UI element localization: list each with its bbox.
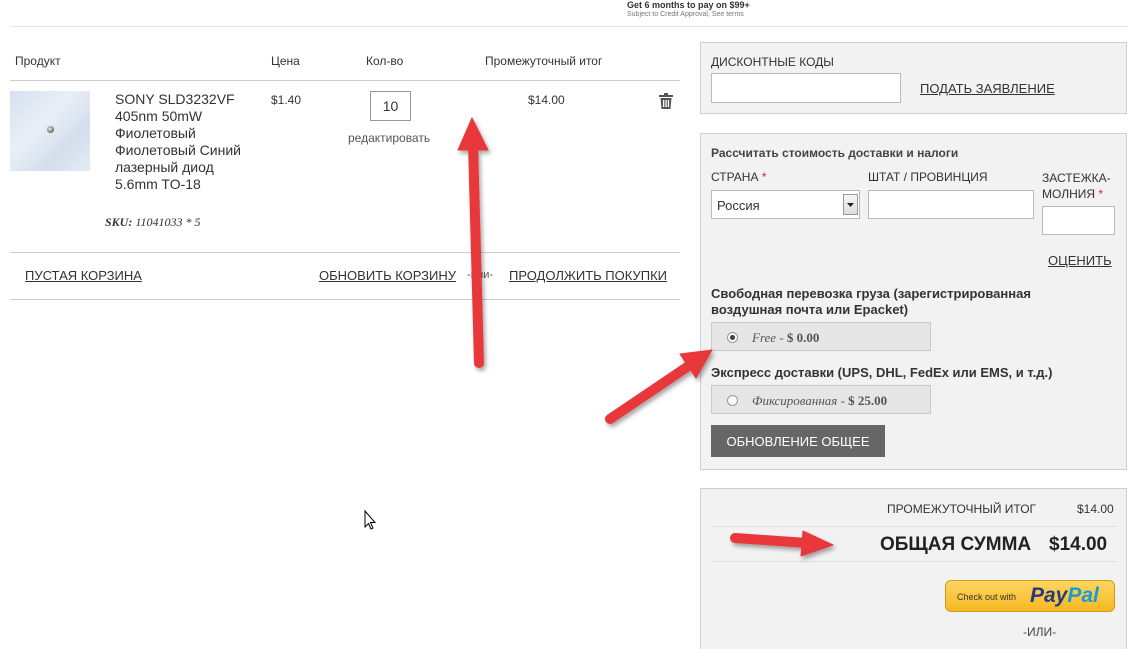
paypal-prefix: Check out with	[957, 592, 1017, 602]
express-shipping-option[interactable]: Фиксированная - $ 25.00	[711, 385, 931, 414]
divider	[10, 80, 680, 81]
grand-total-value: $14.00	[1049, 534, 1108, 555]
required-mark: *	[1098, 187, 1104, 201]
discount-label: ДИСКОНТНЫЕ КОДЫ	[711, 55, 834, 69]
zip-label: ЗАСТЕЖКА- МОЛНИЯ *	[1042, 170, 1111, 202]
item-price: $1.40	[271, 93, 302, 107]
sku-value: 11041033 * 5	[135, 215, 201, 229]
update-cart-link[interactable]: ОБНОВИТЬ КОРЗИНУ	[319, 268, 456, 283]
promo-subtitle: Subject to Credit Approval, See terms	[627, 11, 744, 18]
trash-icon[interactable]	[659, 93, 673, 109]
empty-cart-link[interactable]: ПУСТАЯ КОРЗИНА	[25, 268, 142, 283]
country-label: СТРАНА *	[711, 170, 767, 184]
state-label: ШТАТ / ПРОВИНЦИЯ	[868, 170, 988, 184]
laser-diode-image	[47, 126, 54, 133]
product-name[interactable]: SONY SLD3232VF 405nm 50mW Фиолетовый Фио…	[115, 91, 255, 193]
estimate-link[interactable]: ОЦЕНИТЬ	[1048, 253, 1112, 268]
required-mark: *	[761, 170, 767, 184]
zip-label-line2: МОЛНИЯ *	[1042, 186, 1111, 202]
state-input[interactable]	[868, 190, 1034, 219]
divider	[711, 561, 1116, 562]
divider	[10, 299, 680, 300]
edit-item-link[interactable]: редактировать	[348, 131, 430, 145]
divider	[711, 526, 1116, 527]
item-subtotal: $14.00	[528, 93, 565, 107]
country-label-text: СТРАНА	[711, 170, 759, 184]
zip-input[interactable]	[1042, 206, 1115, 235]
subtotal-label: ПРОМЕЖУТОЧНЫЙ ИТОГ	[887, 502, 1037, 516]
paypal-checkout-button[interactable]: Check out with PayPal	[945, 580, 1115, 612]
or-separator: -ИЛИ-	[1023, 625, 1057, 639]
zip-label-text: МОЛНИЯ	[1042, 187, 1096, 201]
free-shipping-title: Свободная перевозка груза (зарегистриров…	[711, 286, 1031, 317]
totals-panel: ПРОМЕЖУТОЧНЫЙ ИТОГ $14.00 ОБЩАЯ СУММА $1…	[700, 488, 1127, 649]
shipping-panel: Рассчитать стоимость доставки и налоги С…	[700, 133, 1127, 470]
header-qty: Кол-во	[366, 54, 404, 68]
quantity-input[interactable]	[370, 91, 411, 121]
express-shipping-title: Экспресс доставки (UPS, DHL, FedEx или E…	[711, 365, 1053, 380]
annotation-arrow-free-shipping	[605, 349, 713, 424]
country-select[interactable]: Россия	[711, 190, 860, 219]
header-product: Продукт	[15, 54, 61, 68]
free-shipping-option[interactable]: Free - $ 0.00	[711, 322, 931, 351]
country-select-value: Россия	[717, 198, 760, 213]
zip-label-line1: ЗАСТЕЖКА-	[1042, 171, 1111, 185]
or-separator: -или-	[467, 269, 494, 281]
shipping-title: Рассчитать стоимость доставки и налоги	[711, 146, 959, 160]
divider	[10, 252, 680, 253]
express-option-name: Фиксированная	[752, 393, 838, 408]
sku-label: SKU:	[105, 215, 133, 229]
free-option-name: Free	[752, 330, 777, 345]
discount-code-input[interactable]	[711, 73, 901, 103]
express-shipping-text: Фиксированная - $ 25.00	[752, 393, 888, 408]
subtotal-value: $14.00	[1077, 502, 1114, 516]
free-shipping-text: Free - $ 0.00	[752, 330, 820, 345]
continue-shopping-link[interactable]: ПРОДОЛЖИТЬ ПОКУПКИ	[509, 268, 667, 283]
promo-banner[interactable]: Get 6 months to pay on $99+ Subject to C…	[627, 0, 750, 19]
free-option-price: $ 0.00	[786, 330, 820, 345]
express-shipping-radio[interactable]	[727, 395, 738, 406]
chevron-down-icon[interactable]	[843, 194, 858, 215]
discount-panel: ДИСКОНТНЫЕ КОДЫ ПОДАТЬ ЗАЯВЛЕНИЕ	[700, 42, 1127, 114]
header-price: Цена	[271, 54, 300, 68]
annotation-arrow-up	[457, 117, 489, 368]
grand-total-label: ОБЩАЯ СУММА	[880, 534, 1032, 555]
product-sku: SKU: 11041033 * 5	[105, 215, 200, 230]
mouse-cursor-icon	[364, 509, 377, 530]
paypal-logo: PayPal	[1030, 584, 1099, 607]
product-thumbnail[interactable]	[10, 91, 90, 171]
divider	[10, 26, 1128, 27]
apply-discount-link[interactable]: ПОДАТЬ ЗАЯВЛЕНИЕ	[920, 81, 1055, 96]
update-total-button[interactable]: ОБНОВЛЕНИЕ ОБЩЕЕ	[711, 425, 885, 457]
promo-title: Get 6 months to pay on $99+	[627, 0, 750, 10]
free-shipping-radio[interactable]	[727, 332, 738, 343]
express-option-price: $ 25.00	[848, 393, 888, 408]
header-subtotal: Промежуточный итог	[485, 54, 603, 68]
